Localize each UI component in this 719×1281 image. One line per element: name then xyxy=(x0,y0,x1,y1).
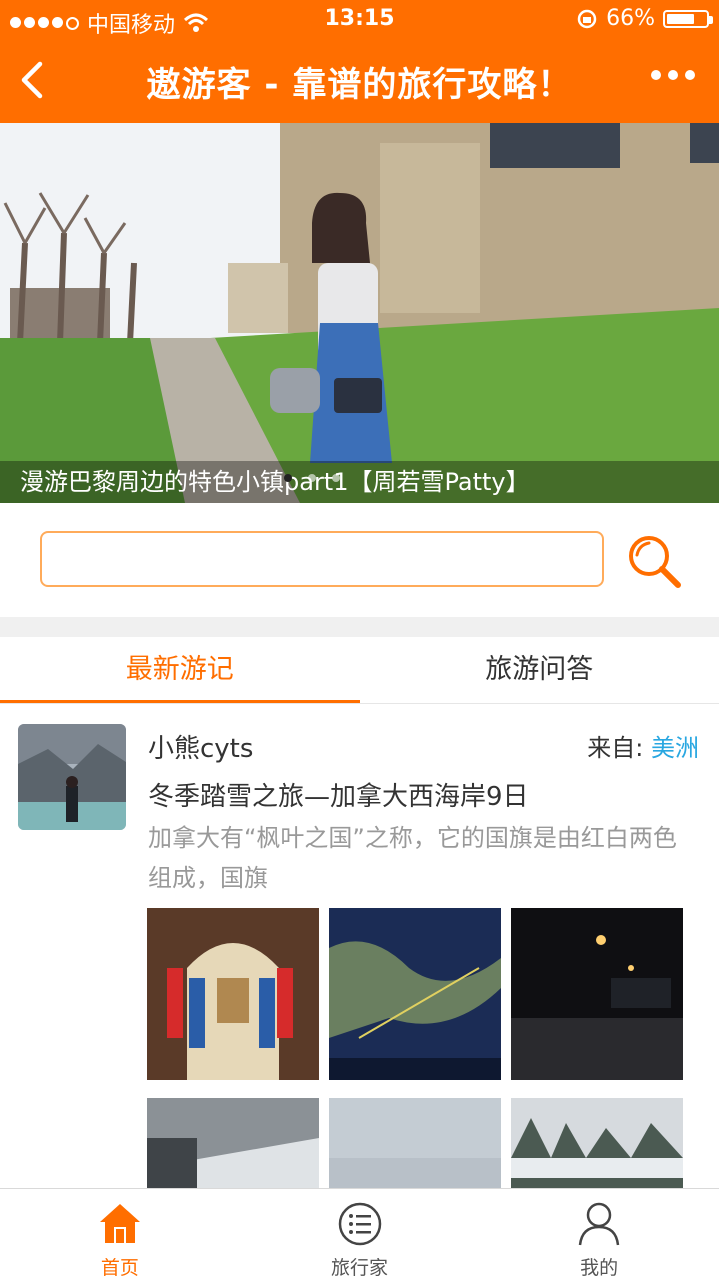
page-title: 遨游客 - 靠谱的旅行攻略！ xyxy=(0,57,719,106)
orientation-lock-icon xyxy=(576,8,598,30)
banner-caption: 漫游巴黎周边的特色小镇part1【周若雪Patty】 xyxy=(0,461,719,503)
tab-home-label: 首页 xyxy=(0,1253,240,1280)
banner-image xyxy=(0,123,719,503)
from-label: 来自: xyxy=(587,734,643,762)
section-divider xyxy=(0,617,719,637)
content-tabs: 最新游记 旅游问答 xyxy=(0,637,719,704)
status-bar: 中国移动 13:15 66% xyxy=(0,0,719,40)
photo-thumbnail[interactable] xyxy=(511,1098,683,1188)
tab-mine[interactable]: 我的 xyxy=(479,1189,719,1281)
battery-icon xyxy=(663,10,709,28)
home-icon xyxy=(97,1201,143,1247)
app-header: 中国移动 13:15 66% 遨游客 - 靠谱的旅行攻略！ xyxy=(0,0,719,123)
photo-thumbnail[interactable] xyxy=(329,1098,501,1188)
photo-thumbnail[interactable] xyxy=(147,908,319,1080)
banner-carousel[interactable]: 漫游巴黎周边的特色小镇part1【周若雪Patty】 xyxy=(0,123,719,503)
more-options-button[interactable] xyxy=(651,70,695,80)
tab-latest-travelogues[interactable]: 最新游记 xyxy=(0,637,360,703)
post-title[interactable]: 冬季踏雪之旅—加拿大西海岸9日 xyxy=(148,776,529,813)
tab-travelers[interactable]: 旅行家 xyxy=(240,1189,480,1281)
user-icon xyxy=(576,1201,622,1247)
post-excerpt: 加拿大有“枫叶之国”之称，它的国旗是由红白两色组成，国旗 xyxy=(148,818,698,898)
battery-percent: 66% xyxy=(606,6,655,31)
bottom-tab-bar: 首页 旅行家 我的 xyxy=(0,1188,719,1281)
tab-mine-label: 我的 xyxy=(479,1253,719,1280)
tab-travelers-label: 旅行家 xyxy=(240,1253,480,1280)
region-link[interactable]: 美洲 xyxy=(651,734,699,762)
avatar[interactable] xyxy=(18,724,126,830)
carousel-indicator xyxy=(284,474,340,482)
search-input[interactable] xyxy=(40,531,604,587)
photo-thumbnail[interactable] xyxy=(147,1098,319,1188)
search-icon[interactable] xyxy=(624,531,684,591)
list-icon xyxy=(337,1201,383,1247)
tab-travel-qa[interactable]: 旅游问答 xyxy=(360,637,719,703)
photo-thumbnail[interactable] xyxy=(329,908,501,1080)
origin-label: 来自: 美洲 xyxy=(587,728,699,763)
author-name[interactable]: 小熊cyts xyxy=(148,728,253,765)
navigation-bar: 遨游客 - 靠谱的旅行攻略！ xyxy=(0,40,719,123)
photo-thumbnail[interactable] xyxy=(511,908,683,1080)
tab-home[interactable]: 首页 xyxy=(0,1189,240,1281)
search-area xyxy=(0,503,719,617)
list-item[interactable]: 小熊cyts 来自: 美洲 冬季踏雪之旅—加拿大西海岸9日 加拿大有“枫叶之国”… xyxy=(0,704,719,1188)
